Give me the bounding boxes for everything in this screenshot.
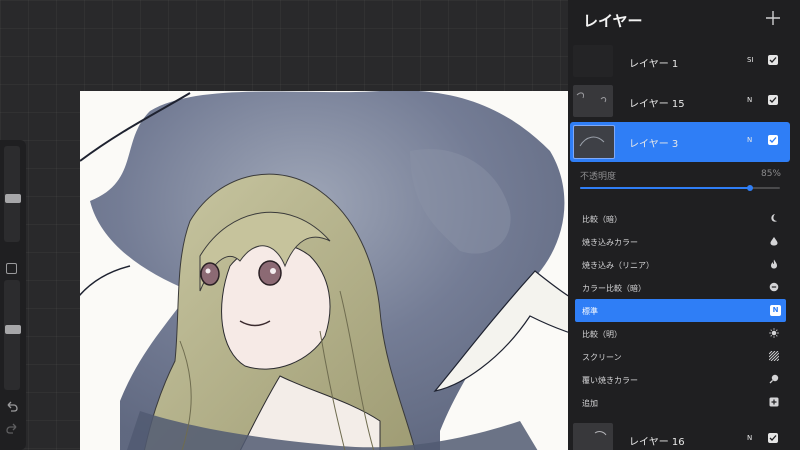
layer-thumbnail [573,125,615,159]
crescent-moon-icon [771,214,777,222]
layers-panel: レイヤー レイヤー 1 SI レイヤー 15 N レイヤー 3 N 不透明度 8… [568,0,800,450]
check-icon [769,97,777,103]
check-icon [769,435,777,441]
plus-square-icon [769,397,779,407]
opacity-slider[interactable] [580,185,780,191]
blend-mode-label: 標準 [582,307,598,316]
layer-row-15[interactable]: レイヤー 15 N [570,82,790,122]
layer-name: レイヤー 3 [629,139,679,150]
opacity-value: 85% [760,169,781,179]
check-icon [769,137,777,143]
undo-icon[interactable] [5,400,19,414]
brush-opacity-slider[interactable] [4,280,21,390]
blend-mode-label: 覆い焼きカラー [582,376,638,385]
layer-blend-mode[interactable]: N [747,96,752,104]
blend-mode-darker-color[interactable]: カラー比較（暗） [575,276,786,299]
blend-mode-label: 焼き込みカラー [582,238,638,247]
brush-size-slider[interactable] [4,146,21,242]
blend-mode-label: 焼き込み（リニア） [582,261,654,270]
layer-name: レイヤー 15 [629,99,685,110]
blend-mode-list: 比較（暗） 焼き込みカラー 焼き込み（リニア） カラー比較（暗） 標準 N 比較… [575,207,786,414]
layer-name: レイヤー 1 [629,59,679,70]
layer-name: レイヤー 16 [629,437,685,448]
minus-circle-icon [769,282,779,292]
n-badge: N [770,305,781,316]
blend-mode-color-burn[interactable]: 焼き込みカラー [575,230,786,253]
blend-mode-label: 比較（明） [582,330,622,339]
layer-visibility-checkbox[interactable] [768,433,778,443]
thumbnail-sketch [594,431,607,436]
panel-title: レイヤー [583,12,643,30]
layer-row-16[interactable]: レイヤー 16 N [570,420,790,450]
blend-mode-label: スクリーン [582,353,622,362]
blend-mode-color-dodge[interactable]: 覆い焼きカラー [575,368,786,391]
app-stage: レイヤー レイヤー 1 SI レイヤー 15 N レイヤー 3 N 不透明度 8… [0,0,800,450]
brush-opacity-thumb[interactable] [5,325,21,335]
layer-visibility-checkbox[interactable] [768,95,778,105]
layer-row-1[interactable]: レイヤー 1 SI [570,42,790,82]
blend-mode-lighten[interactable]: 比較（明） [575,322,786,345]
check-icon [769,57,777,63]
blend-mode-linear-burn[interactable]: 焼き込み（リニア） [575,253,786,276]
blend-mode-label: 比較（暗） [582,215,622,224]
opacity-slider-knob[interactable] [747,185,753,191]
dodge-icon [769,374,779,384]
flame-icon [771,259,777,269]
brush-size-thumb[interactable] [5,193,21,203]
blend-mode-darken[interactable]: 比較（暗） [575,207,786,230]
blend-mode-add[interactable]: 追加 [575,391,786,414]
hatch-icon [769,351,779,361]
brush-sidebar [0,140,26,450]
thumbnail-sketch [579,136,605,147]
layer-blend-mode[interactable]: N [747,136,752,144]
layer-thumbnail [573,45,613,77]
blend-mode-label: カラー比較（暗） [582,284,646,293]
thumbnail-sketch [576,92,607,103]
opacity-label: 不透明度 [580,172,617,182]
modify-square-button[interactable] [6,263,17,274]
blend-mode-normal[interactable]: 標準 N [575,299,786,322]
blend-mode-label: 追加 [582,399,598,408]
layer-thumbnail [573,85,613,117]
artwork-illustration [80,91,600,450]
layer-blend-mode[interactable]: SI [747,56,754,64]
opacity-slider-fill [580,187,750,189]
layer-blend-mode[interactable]: N [747,434,752,442]
plus-icon[interactable] [764,9,782,27]
blend-mode-screen[interactable]: スクリーン [575,345,786,368]
burn-drop-icon [770,237,778,246]
artwork-canvas[interactable] [80,91,600,450]
sun-icon [769,328,779,338]
layer-thumbnail [573,423,613,450]
layer-visibility-checkbox[interactable] [768,55,778,65]
layer-visibility-checkbox[interactable] [768,135,778,145]
redo-icon[interactable] [5,422,19,436]
layer-row-3[interactable]: レイヤー 3 N [570,122,790,162]
